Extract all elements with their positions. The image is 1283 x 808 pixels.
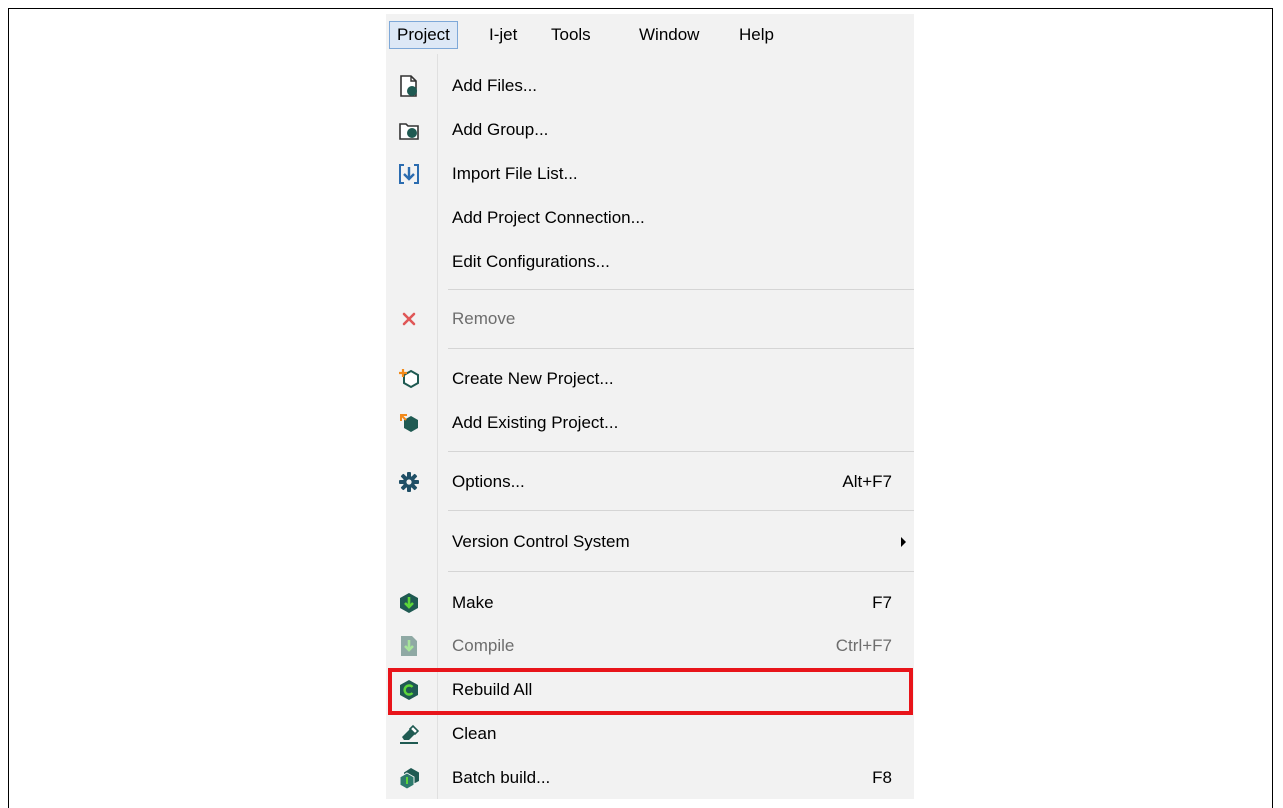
menu-separator xyxy=(448,451,914,452)
menu-item-label: Edit Configurations... xyxy=(452,252,610,271)
menu-item-add-project-connection[interactable]: Add Project Connection... xyxy=(386,196,914,240)
menu-window[interactable]: Window xyxy=(632,21,706,49)
menu-separator xyxy=(448,510,914,511)
gear-icon xyxy=(398,471,420,493)
menu-separator xyxy=(448,289,914,290)
import-list-icon xyxy=(398,163,420,185)
menu-item-label: Add Project Connection... xyxy=(452,208,645,227)
compile-icon xyxy=(398,635,420,657)
menu-item-label: Remove xyxy=(452,309,516,328)
menu-bar: Project I-jet Tools Window Help xyxy=(386,14,914,55)
menu-item-edit-configurations[interactable]: Edit Configurations... xyxy=(386,240,914,284)
menu-project[interactable]: Project xyxy=(389,21,458,49)
existing-project-icon xyxy=(398,412,420,434)
menu-item-add-existing-project[interactable]: Add Existing Project... xyxy=(386,401,914,445)
menu-help[interactable]: Help xyxy=(732,21,781,49)
menu-separator xyxy=(448,571,914,572)
menu-item-label: Batch build... xyxy=(452,768,551,787)
menu-item-label: Create New Project... xyxy=(452,369,614,388)
menu-item-compile[interactable]: Compile Ctrl+F7 xyxy=(386,624,914,668)
shortcut-label: F8 xyxy=(872,768,892,787)
new-project-icon xyxy=(398,368,420,390)
menu-item-label: Import File List... xyxy=(452,164,578,183)
remove-x-icon xyxy=(398,308,420,330)
menu-item-label: Make xyxy=(452,593,494,612)
menu-item-import-file-list[interactable]: Import File List... xyxy=(386,152,914,196)
menu-item-label: Options... xyxy=(452,472,525,491)
menu-item-options[interactable]: Options... Alt+F7 xyxy=(386,460,914,504)
shortcut-label: Ctrl+F7 xyxy=(835,636,892,655)
menu-item-label: Add Existing Project... xyxy=(452,413,619,432)
menu-item-remove[interactable]: Remove xyxy=(386,297,914,341)
menu-item-label: Clean xyxy=(452,724,497,743)
menu-item-add-files[interactable]: Add Files... xyxy=(386,64,914,108)
add-files-icon xyxy=(398,75,420,97)
shortcut-label: F7 xyxy=(872,593,892,612)
menu-item-make[interactable]: Make F7 xyxy=(386,581,914,625)
menu-ijet[interactable]: I-jet xyxy=(482,21,524,49)
menu-item-add-group[interactable]: Add Group... xyxy=(386,108,914,152)
add-group-icon xyxy=(398,119,420,141)
menu-item-label: Version Control System xyxy=(452,532,630,551)
menu-tools[interactable]: Tools xyxy=(544,21,598,49)
shortcut-label: Alt+F7 xyxy=(842,472,892,491)
menu-item-create-new-project[interactable]: Create New Project... xyxy=(386,357,914,401)
menu-item-label: Add Files... xyxy=(452,76,538,95)
menu-item-batch-build[interactable]: Batch build... F8 xyxy=(386,756,914,800)
submenu-arrow-icon xyxy=(901,537,906,547)
menu-separator xyxy=(448,348,914,349)
menu-item-clean[interactable]: Clean xyxy=(386,712,914,756)
menu-item-version-control-system[interactable]: Version Control System xyxy=(386,520,914,564)
menu-item-label: Compile xyxy=(452,636,515,655)
clean-eraser-icon xyxy=(398,723,420,745)
batch-build-icon xyxy=(398,767,420,790)
menu-item-label: Add Group... xyxy=(452,120,549,139)
make-icon xyxy=(398,592,420,614)
rebuild-all-highlight-box xyxy=(388,668,913,715)
